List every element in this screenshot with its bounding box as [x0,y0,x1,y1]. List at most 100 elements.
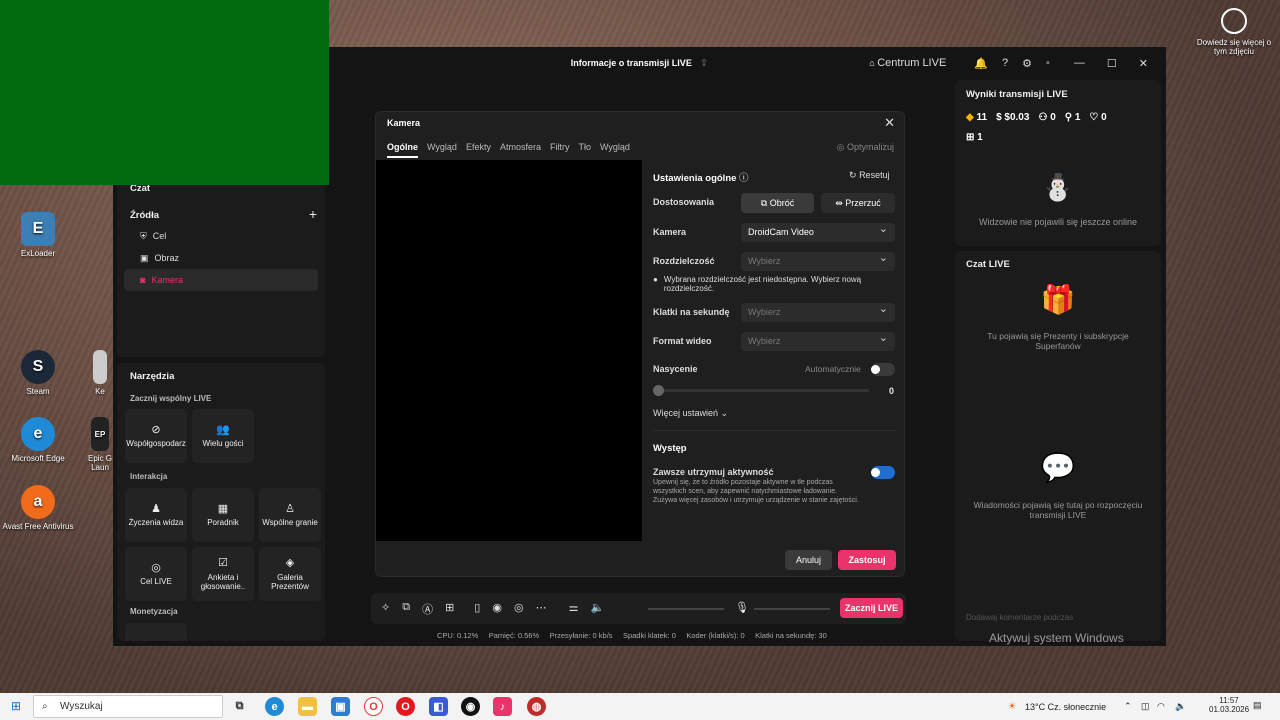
camera-select[interactable]: DroidCam Video [741,220,895,242]
desktop-icon-partial[interactable]: Ke [88,350,112,396]
reset-button[interactable]: ↻ Resetuj [849,170,890,181]
app-taskbar-icon[interactable]: ◧ [429,697,448,716]
keep-active-description: Upewnij się, że to źródło pozostaje akty… [653,479,859,505]
comment-input[interactable]: Dodawaj komentarze podczas [966,613,1073,622]
camera-info-icon [1221,8,1247,34]
desktop-icon-edge[interactable]: e Microsoft Edge [1,417,75,463]
share-icon[interactable]: ⇪ [700,58,708,69]
poll-button[interactable]: ☑ Ankieta i głosowanie.. [192,547,254,601]
speaker-icon[interactable]: 🔈 [590,601,604,617]
monetization-tool[interactable] [125,623,187,641]
add-source-icon[interactable]: + [309,206,317,222]
messages-hint-text: Wiadomości pojawią się tutaj po rozpoczę… [973,500,1143,520]
learn-more-photo[interactable]: Dowiedz się więcej o tym zdjęciu [1194,8,1274,56]
optimize-button[interactable]: ◎ Optymalizuj [837,142,894,153]
heart-icon: ♡ [1089,112,1099,123]
volume-icon[interactable]: 🔈 [1175,701,1186,712]
cohost-button[interactable]: ⊘ Współgospodarz [125,409,187,463]
cancel-button[interactable]: Anuluj [785,550,832,570]
mixer-icon[interactable]: ⚌ [569,601,579,617]
help-icon[interactable]: ? [1002,57,1008,69]
flip-button[interactable]: ⇹ Przerzuć [821,193,895,213]
resolution-select[interactable]: Wybierz [741,249,895,271]
wifi-icon[interactable]: ◠ [1157,701,1165,712]
phone-icon[interactable]: ▯ [474,601,480,617]
file-explorer-icon[interactable]: ▬ [298,697,317,716]
ai-icon[interactable]: Ⓐ [422,601,433,617]
gift-gallery-button[interactable]: ◈ Galeria Prezentów [259,547,321,601]
camera-dialog: Kamera ✕ Ogólne Wygląd Efekty Atmosfera … [375,111,905,577]
empty-viewers-illustration: ⛄ [1041,172,1075,202]
desktop-icon-avast[interactable]: a Avast Free Antivirus [1,485,75,531]
opera-gx-icon[interactable]: O [364,697,383,716]
windows-start-icon[interactable]: ⊞ [11,699,21,713]
more-settings-link[interactable]: Więcej ustawień ⌄ [653,408,728,419]
saturation-slider[interactable] [653,389,869,392]
obs-icon[interactable]: ◉ [461,697,480,716]
dialog-close-icon[interactable]: ✕ [884,115,895,131]
gifts-hint-text: Tu pojawią się Prezenty i subskrypcje Su… [987,331,1129,351]
droidcam-icon[interactable]: ◍ [527,697,546,716]
speaker-volume-slider[interactable] [648,608,724,610]
more-icon[interactable]: ⋯ [536,601,547,617]
apply-button[interactable]: Zastosuj [838,550,896,570]
mic-volume-slider[interactable] [754,608,830,610]
diamond-icon: ◆ [966,112,974,123]
minimize-button[interactable]: — [1074,57,1085,69]
tab-general[interactable]: Ogólne [387,142,418,158]
taskbar-search[interactable]: ⌕ Wyszukaj [33,695,223,718]
task-view-icon[interactable]: ⧉ [230,697,249,716]
edge-taskbar-icon[interactable]: e [265,697,284,716]
tiktok-live-icon[interactable]: ♪ [493,697,512,716]
guide-button[interactable]: ▦ Poradnik [192,488,254,542]
bell-icon[interactable]: 🔔 [974,57,988,70]
tab-appearance[interactable]: Wygląd [427,142,457,158]
keep-active-toggle[interactable] [871,466,895,479]
tab-look[interactable]: Wygląd [600,142,630,158]
gear-icon[interactable]: ⚙ [1022,57,1032,70]
scene-icon[interactable]: ⧉ [402,601,410,617]
close-button[interactable]: ✕ [1139,57,1148,70]
source-item-obraz[interactable]: ▣ Obraz [124,247,318,269]
add-media-icon[interactable]: ⊞ [445,601,454,617]
rotate-button[interactable]: ⧉ Obróć [741,193,814,213]
auto-saturation-toggle[interactable] [871,363,895,376]
replay-icon[interactable]: ◎ [514,601,524,617]
desktop-icon-exloader[interactable]: E ExLoader [1,212,75,258]
tab-atmosphere[interactable]: Atmosfera [500,142,541,158]
tab-effects[interactable]: Efekty [466,142,491,158]
go-live-button[interactable]: Zacznij LIVE [840,598,903,618]
saturation-slider-handle[interactable] [653,385,664,396]
fps-select[interactable]: Wybierz [741,300,895,322]
opera-icon[interactable]: O [396,697,415,716]
viewer-wishes-button[interactable]: ♟ Życzenia widza [125,488,187,542]
network-icon[interactable]: ◫ [1141,701,1150,712]
centrum-live-button[interactable]: ⌂ Centrum LIVE [869,57,960,69]
desktop-icon-steam[interactable]: S Steam [1,350,75,396]
store-icon[interactable]: ▣ [331,697,350,716]
clock[interactable]: 11:57 01.03.2026 [1209,696,1249,714]
source-item-kamera[interactable]: ◙ Kamera [124,269,318,291]
notifications-icon[interactable]: ▤ [1253,700,1262,711]
multi-guest-button[interactable]: 👥 Wielu gości [192,409,254,463]
chevron-up-icon[interactable]: ⌃ [1124,701,1132,712]
source-item-cel[interactable]: ⛨ Cel [124,225,318,247]
coop-title: Zacznij wspólny LIVE [130,394,212,403]
format-select[interactable]: Wybierz [741,329,895,351]
tools-panel: Narzędzia Zacznij wspólny LIVE ⊘ Współgos… [117,363,325,641]
weather-text[interactable]: 13°C Cz. słonecznie [1025,702,1106,712]
tab-background[interactable]: Tło [578,142,591,158]
microphone-icon[interactable]: 🎙 [735,601,749,614]
maximize-button[interactable]: ☐ [1107,57,1117,70]
avatar[interactable]: ▪ [1046,57,1050,69]
epic-icon: EP [91,417,109,451]
users-icon: 👥 [216,423,230,436]
magic-icon[interactable]: ✧ [381,601,390,617]
live-goal-button[interactable]: ◎ Cel LIVE [125,547,187,601]
tab-filters[interactable]: Filtry [550,142,570,158]
desktop-icon-epic[interactable]: EP Epic G Laun [88,417,112,472]
edge-icon: e [21,417,55,451]
play-together-button[interactable]: ♙ Wspólne granie [259,488,321,542]
record-icon[interactable]: ◉ [492,601,502,617]
target-icon: ◎ [151,561,161,574]
